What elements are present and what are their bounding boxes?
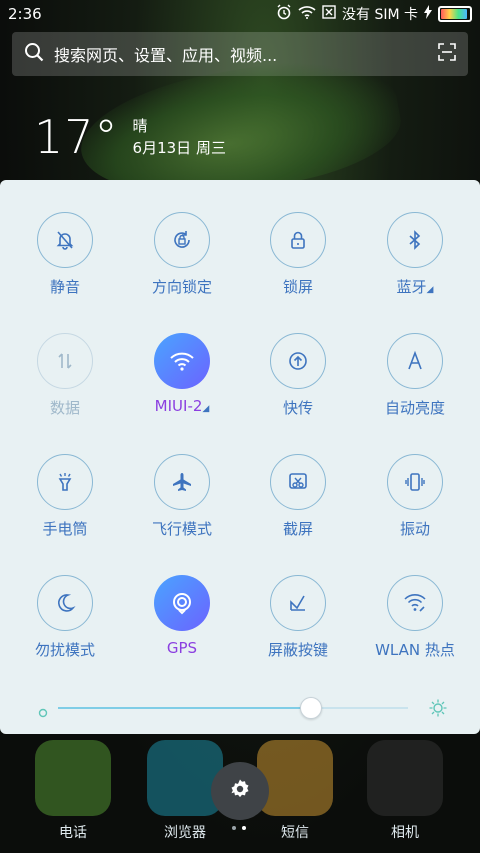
- tile-label: 锁屏: [282, 278, 313, 296]
- tile-label: 蓝牙: [396, 278, 427, 296]
- brightness-high-icon: [428, 698, 448, 722]
- tile-block-keys[interactable]: 屏蔽按键: [243, 575, 353, 660]
- weather-condition: 晴: [132, 117, 148, 135]
- brightness-slider[interactable]: [38, 697, 448, 719]
- tile-mobile-data[interactable]: 数据: [10, 333, 120, 418]
- airplane-icon: [154, 454, 210, 510]
- wifi-icon: [298, 5, 316, 23]
- battery-icon: [438, 6, 472, 22]
- app-label: 浏览器: [164, 825, 206, 841]
- block-keys-icon: [270, 575, 326, 631]
- tile-label: 数据: [49, 399, 80, 417]
- brightness-fill: [58, 707, 310, 709]
- tile-label: 手电筒: [42, 520, 88, 538]
- gear-icon: [228, 777, 252, 805]
- flashlight-icon: [37, 454, 93, 510]
- app-label: 相机: [391, 825, 419, 841]
- alarm-icon: [276, 4, 292, 24]
- tile-label: WLAN 热点: [375, 641, 455, 659]
- search-icon: [24, 42, 44, 66]
- tile-flashlight[interactable]: 手电筒: [10, 454, 120, 539]
- camera-icon: [367, 740, 443, 816]
- tile-label: 振动: [399, 520, 430, 538]
- temperature: 17°: [34, 110, 119, 164]
- app-label: 短信: [281, 825, 309, 841]
- tile-label: MIUI-2: [154, 397, 203, 415]
- tile-screenshot[interactable]: 截屏: [243, 454, 353, 539]
- charging-icon: [424, 5, 432, 23]
- moon-icon: [37, 575, 93, 631]
- status-icons: 没有 SIM 卡: [276, 4, 472, 24]
- page-indicator: [232, 826, 246, 830]
- tile-label: 快传: [282, 399, 313, 417]
- tile-bluetooth[interactable]: 蓝牙◢: [360, 212, 470, 297]
- wifi-icon: [154, 333, 210, 389]
- page-dot-active: [242, 826, 246, 830]
- brightness-thumb[interactable]: [300, 697, 322, 719]
- bell-off-icon: [37, 212, 93, 268]
- tile-do-not-disturb[interactable]: 勿扰模式: [10, 575, 120, 660]
- hotspot-icon: [387, 575, 443, 631]
- app-label: 电话: [59, 825, 87, 841]
- vibrate-icon: [387, 454, 443, 510]
- tile-lock-screen[interactable]: 锁屏: [243, 212, 353, 297]
- lock-icon: [270, 212, 326, 268]
- tile-quick-transfer[interactable]: 快传: [243, 333, 353, 418]
- page-dot: [232, 826, 236, 830]
- tile-label: 飞行模式: [151, 520, 212, 538]
- tile-auto-brightness[interactable]: 自动亮度: [360, 333, 470, 418]
- expand-corner-icon: ◢: [202, 404, 210, 414]
- tile-airplane-mode[interactable]: 飞行模式: [127, 454, 237, 539]
- settings-gear-button[interactable]: [211, 762, 269, 820]
- status-time: 2:36: [8, 5, 42, 23]
- weather-widget[interactable]: 17° 晴 6月13日 周三: [34, 110, 226, 164]
- status-bar: 2:36 没有 SIM 卡: [0, 0, 480, 28]
- tile-silent[interactable]: 静音: [10, 212, 120, 297]
- tile-label: 方向锁定: [151, 278, 212, 296]
- tile-wifi[interactable]: MIUI-2◢: [127, 333, 237, 415]
- tile-label: 勿扰模式: [34, 641, 95, 659]
- app-camera[interactable]: 相机: [366, 740, 444, 842]
- weather-date: 6月13日 周三: [132, 139, 226, 157]
- search-input[interactable]: 搜索网页、设置、应用、视频...: [54, 42, 438, 66]
- tile-label: 截屏: [282, 520, 313, 538]
- tile-label: 静音: [49, 278, 80, 296]
- network-status: 没有 SIM 卡: [342, 7, 418, 23]
- scissors-icon: [270, 454, 326, 510]
- brightness-low-icon: [38, 703, 48, 722]
- quick-settings-panel: 静音 方向锁定 锁屏 蓝牙◢ 数据 MIUI-2◢ 快传 自动亮度 手电筒 飞行…: [0, 180, 480, 734]
- data-arrows-icon: [37, 333, 93, 389]
- upload-circle-icon: [270, 333, 326, 389]
- tile-hotspot[interactable]: WLAN 热点: [360, 575, 470, 660]
- auto-a-icon: [387, 333, 443, 389]
- tile-vibrate[interactable]: 振动: [360, 454, 470, 539]
- tile-label: GPS: [166, 639, 198, 657]
- no-sim-icon: [322, 5, 336, 23]
- expand-corner-icon: ◢: [426, 285, 434, 295]
- scan-icon[interactable]: [438, 43, 456, 65]
- rotation-lock-icon: [154, 212, 210, 268]
- tile-label: 自动亮度: [384, 399, 445, 417]
- browser-icon: [147, 740, 223, 816]
- message-icon: [257, 740, 333, 816]
- tile-gps[interactable]: GPS: [127, 575, 237, 657]
- tile-label: 屏蔽按键: [267, 641, 328, 659]
- gps-icon: [154, 575, 210, 631]
- phone-icon: [35, 740, 111, 816]
- bluetooth-icon: [387, 212, 443, 268]
- app-phone[interactable]: 电话: [34, 740, 112, 842]
- tile-orientation-lock[interactable]: 方向锁定: [127, 212, 237, 297]
